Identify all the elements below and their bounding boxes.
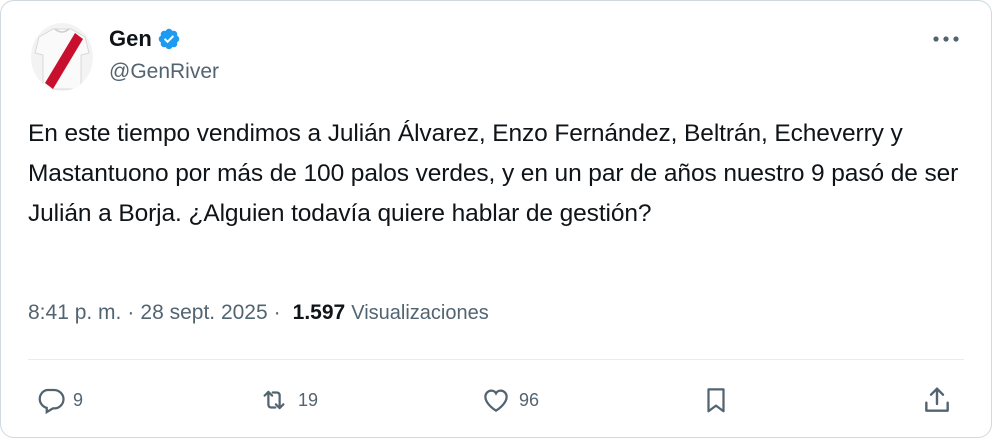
views-label: Visualizaciones <box>351 302 489 324</box>
repost-count: 19 <box>298 389 319 410</box>
author-display-name[interactable]: Gen <box>109 26 152 52</box>
reply-button[interactable]: 9 <box>35 375 83 425</box>
more-dots-icon <box>933 36 959 42</box>
tweet-date[interactable]: 28 sept. 2025 <box>140 301 267 325</box>
meta-separator: · <box>127 301 135 324</box>
repost-button[interactable]: 19 <box>256 375 318 425</box>
avatar[interactable] <box>31 23 93 91</box>
more-options-button[interactable] <box>931 29 961 49</box>
meta-separator: · <box>273 301 281 324</box>
heart-icon <box>484 389 508 412</box>
divider <box>28 359 964 360</box>
repost-icon <box>263 390 285 410</box>
action-bar: 9 19 96 <box>1 375 992 425</box>
tweet-text: En este tiempo vendimos a Julián Álvarez… <box>28 120 959 227</box>
bookmark-icon <box>707 388 725 413</box>
like-button[interactable]: 96 <box>479 375 539 425</box>
author-name-row: Gen <box>109 26 181 52</box>
bookmark-button[interactable] <box>701 375 731 425</box>
tweet-card: Gen @GenRiver En este tiempo vendimos a … <box>0 0 992 438</box>
tweet-time[interactable]: 8:41 p. m. <box>28 301 121 325</box>
share-button[interactable] <box>921 375 953 425</box>
tweet-meta: 8:41 p. m. · 28 sept. 2025 · 1.597 Visua… <box>28 301 489 325</box>
verified-badge-icon <box>158 28 180 50</box>
reply-count: 9 <box>73 389 84 410</box>
reply-icon <box>38 388 65 415</box>
like-count: 96 <box>519 389 540 410</box>
author-handle[interactable]: @GenRiver <box>109 60 219 84</box>
views-count: 1.597 <box>292 301 346 324</box>
share-icon <box>925 387 949 412</box>
river-jersey-icon <box>31 23 93 91</box>
